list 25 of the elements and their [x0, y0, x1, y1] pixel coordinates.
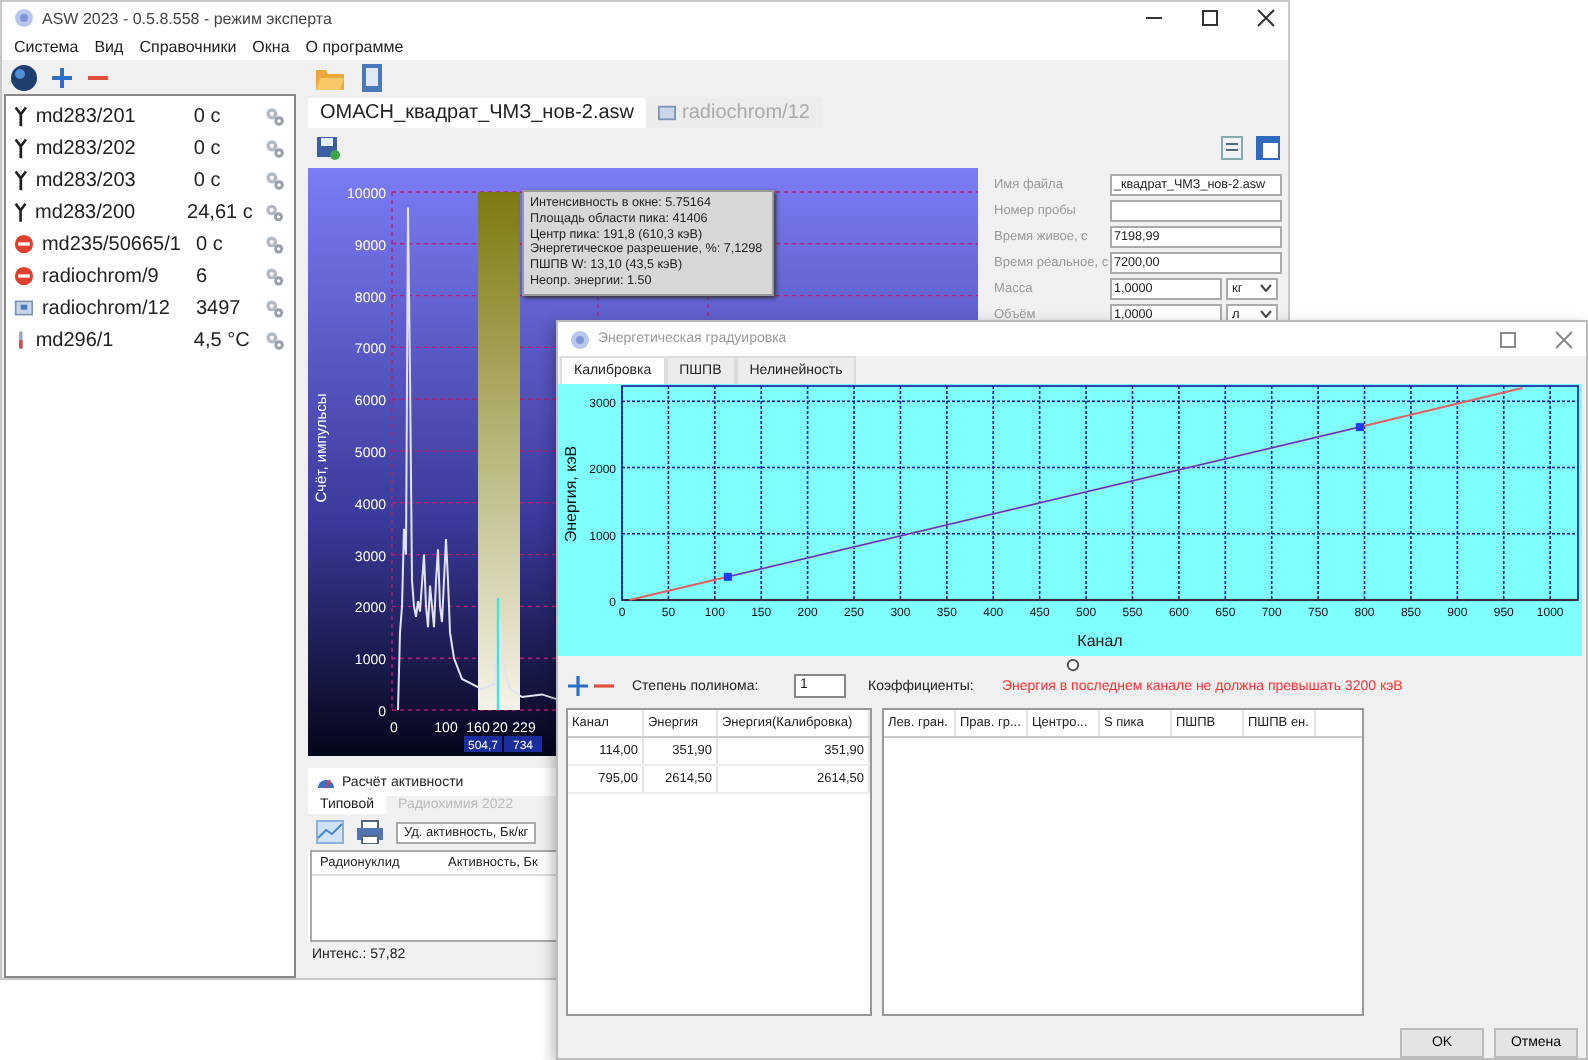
device-name[interactable]: md283/201	[35, 105, 186, 127]
document-tab[interactable]: ОМАСН_квадрат_ЧМЗ_нов-2.asw	[308, 98, 647, 128]
device-value: 24,61 с	[187, 201, 253, 223]
device-value: 0 с	[193, 105, 223, 127]
window-title: ASW 2023 - 0.5.8.558 - режим эксперта	[42, 9, 332, 27]
device-value: 3497	[195, 297, 243, 319]
device-name[interactable]: md283/202	[35, 137, 186, 159]
device-name[interactable]: radiochrom/9	[41, 265, 188, 287]
device-value: 4,5 °C	[193, 329, 252, 351]
menu-item[interactable]: Окна	[252, 38, 290, 56]
device-name[interactable]: md283/200	[35, 201, 180, 223]
device-value: 0 с	[195, 233, 225, 255]
device-name[interactable]: md296/1	[35, 329, 186, 351]
menu-item[interactable]: Вид	[94, 38, 124, 56]
device-name[interactable]: md283/203	[35, 169, 186, 191]
device-value: 6	[195, 265, 210, 287]
y-axis-label: Энергия, кэВ	[562, 445, 580, 543]
device-value: 0 с	[193, 137, 223, 159]
menu-item[interactable]: Справочники	[139, 38, 237, 56]
menu-item[interactable]: Система	[14, 38, 79, 56]
device-value: 0 с	[193, 169, 223, 191]
menu-item[interactable]: О программе	[305, 38, 404, 56]
x-axis-label: Канал	[1077, 632, 1123, 650]
device-name[interactable]: md235/50665/1	[41, 233, 188, 255]
device-name[interactable]: radiochrom/12	[41, 297, 188, 319]
